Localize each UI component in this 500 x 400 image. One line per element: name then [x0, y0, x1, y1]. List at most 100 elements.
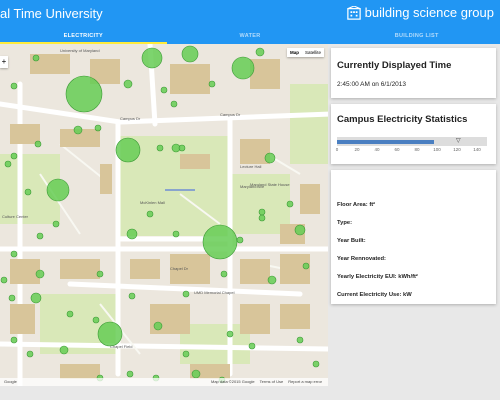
- building-marker[interactable]: [202, 224, 238, 260]
- building-marker[interactable]: [248, 342, 256, 350]
- building-marker[interactable]: [126, 370, 134, 378]
- app-bar: al Time University building science grou…: [0, 0, 500, 30]
- building-marker[interactable]: [156, 144, 164, 152]
- building-info-card: Floor Area: ft² Type: Year Built: Year R…: [331, 170, 496, 304]
- brand[interactable]: building science group: [346, 5, 494, 20]
- building-marker[interactable]: [255, 47, 265, 57]
- tab-water[interactable]: WATER: [167, 30, 334, 44]
- tab-bar: ELECTRICITY WATER BUILDING LIST: [0, 30, 500, 44]
- building-marker[interactable]: [59, 345, 69, 355]
- building-marker[interactable]: [146, 210, 154, 218]
- tab-electricity[interactable]: ELECTRICITY: [0, 30, 167, 44]
- terms-link[interactable]: Terms of Use: [260, 378, 284, 386]
- tab-building-list[interactable]: BUILDING LIST: [333, 30, 500, 44]
- building-marker[interactable]: [296, 336, 304, 344]
- building-marker[interactable]: [10, 336, 18, 344]
- map-label: Lecture Hall: [240, 164, 262, 169]
- campus-map[interactable]: University of Maryland Campus Dr Campus …: [0, 44, 328, 386]
- building-marker[interactable]: [153, 321, 163, 331]
- building-marker[interactable]: [0, 276, 8, 284]
- building-marker[interactable]: [123, 79, 133, 89]
- map-label: University of Maryland: [60, 48, 100, 53]
- gauge-tick-label: 140: [473, 147, 481, 152]
- building-marker[interactable]: [160, 86, 168, 94]
- brand-name: building science group: [364, 5, 494, 20]
- map-view-button[interactable]: Map: [287, 48, 302, 57]
- building-marker[interactable]: [97, 321, 123, 347]
- building-marker[interactable]: [30, 292, 42, 304]
- google-logo: Google: [4, 379, 17, 384]
- building-marker[interactable]: [92, 316, 100, 324]
- building-marker[interactable]: [73, 125, 83, 135]
- building-marker[interactable]: [236, 236, 244, 244]
- building-marker[interactable]: [24, 188, 32, 196]
- building-marker[interactable]: [267, 275, 277, 285]
- gauge-tick-label: 20: [354, 147, 360, 152]
- building-marker[interactable]: [312, 360, 320, 368]
- current-electricity-use: Current Electricity Use: kW: [337, 292, 412, 298]
- building-marker[interactable]: [128, 292, 136, 300]
- building-marker[interactable]: [8, 294, 16, 302]
- building-marker[interactable]: [4, 160, 12, 168]
- app-title: al Time University: [0, 6, 103, 21]
- building-marker[interactable]: [96, 270, 104, 278]
- building-marker[interactable]: [294, 224, 306, 236]
- map-footer: Google Map data ©2015 Google Terms of Us…: [0, 378, 328, 386]
- building-marker[interactable]: [220, 270, 228, 278]
- building-marker[interactable]: [32, 54, 40, 62]
- building-marker[interactable]: [258, 214, 266, 222]
- building-icon: [346, 5, 361, 20]
- yearly-eui: Yearly Electricity EUI: kWh/ft²: [337, 274, 418, 280]
- year-renovated: Year Rennovated:: [337, 256, 386, 262]
- building-marker[interactable]: [231, 56, 255, 80]
- year-built: Year Built:: [337, 238, 366, 244]
- building-marker[interactable]: [208, 80, 216, 88]
- building-marker[interactable]: [10, 82, 18, 90]
- stats-card-title: Campus Electricity Statistics: [337, 114, 468, 125]
- map-label: UMD Memorial Chapel: [194, 290, 235, 295]
- map-label: Culture Center: [2, 214, 29, 219]
- building-marker[interactable]: [258, 208, 266, 216]
- gauge-tick-label: 60: [394, 147, 400, 152]
- gauge-tick-label: 40: [374, 147, 380, 152]
- satellite-view-button[interactable]: Satellite: [302, 48, 324, 57]
- map-label: Campus Dr: [120, 116, 141, 121]
- gauge-tick-label: 0: [335, 147, 339, 152]
- building-marker[interactable]: [65, 75, 103, 113]
- building-marker[interactable]: [191, 369, 201, 379]
- building-marker[interactable]: [286, 200, 294, 208]
- building-marker[interactable]: [182, 290, 190, 298]
- building-marker[interactable]: [170, 100, 178, 108]
- map-type-toggle[interactable]: Map Satellite: [286, 48, 324, 57]
- building-marker[interactable]: [226, 330, 234, 338]
- displayed-time: 2:45:00 AM on 6/1/2013: [337, 81, 407, 88]
- building-marker[interactable]: [10, 250, 18, 258]
- map-label: Chapel Field: [110, 344, 133, 349]
- stats-card: Campus Electricity Statistics ▽ 0 20 40 60 8…: [331, 104, 496, 164]
- building-marker[interactable]: [26, 350, 34, 358]
- building-marker[interactable]: [126, 228, 138, 240]
- building-marker[interactable]: [302, 262, 310, 270]
- map-label: Campus Dr: [220, 112, 241, 117]
- map-label: Maryland State House: [250, 182, 290, 187]
- report-error-link[interactable]: Report a map error: [288, 378, 322, 386]
- map-base: [0, 44, 328, 386]
- building-marker[interactable]: [94, 124, 102, 132]
- building-marker[interactable]: [36, 232, 44, 240]
- floor-area: Floor Area: ft²: [337, 202, 376, 208]
- map-zoom-button[interactable]: +: [0, 56, 8, 68]
- building-marker[interactable]: [264, 152, 276, 164]
- building-marker[interactable]: [181, 45, 199, 63]
- time-card-title: Currently Displayed Time: [337, 60, 452, 71]
- building-marker[interactable]: [10, 152, 18, 160]
- building-marker[interactable]: [46, 178, 70, 202]
- building-marker[interactable]: [178, 144, 186, 152]
- building-marker[interactable]: [172, 230, 180, 238]
- building-marker[interactable]: [35, 269, 45, 279]
- building-marker[interactable]: [115, 137, 141, 163]
- building-marker[interactable]: [66, 310, 74, 318]
- building-marker[interactable]: [182, 350, 190, 358]
- building-marker[interactable]: [34, 140, 42, 148]
- building-marker[interactable]: [52, 220, 60, 228]
- building-marker[interactable]: [141, 47, 163, 69]
